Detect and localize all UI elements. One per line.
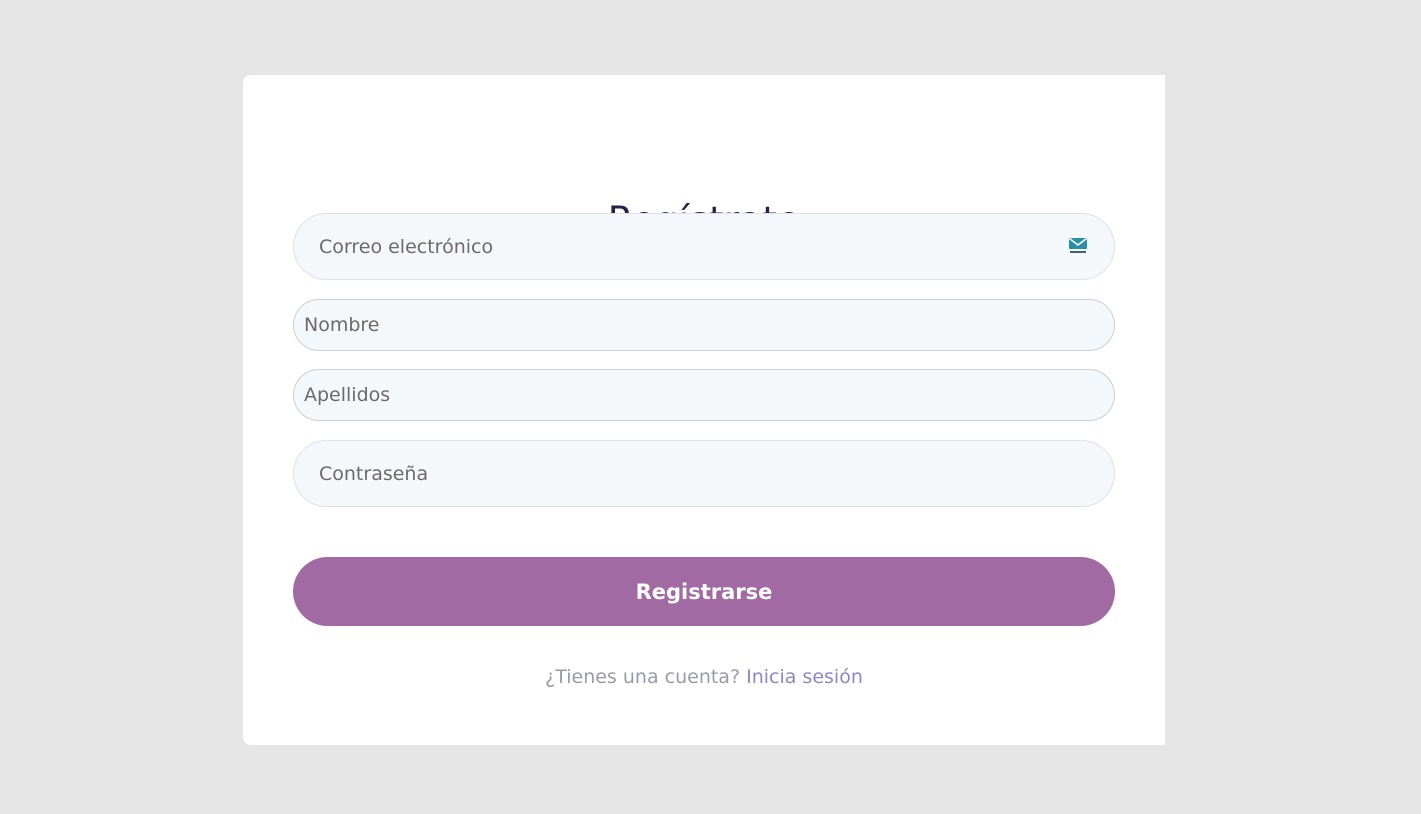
login-prompt: ¿Tienes una cuenta? Inicia sesión (243, 666, 1165, 688)
last-name-field[interactable] (293, 369, 1115, 421)
register-card: Regístrate Registrarse ¿Tienes una cuent… (243, 75, 1165, 745)
mail-icon (1067, 236, 1089, 256)
email-field[interactable] (293, 213, 1115, 280)
login-link[interactable]: Inicia sesión (746, 666, 863, 688)
password-field[interactable] (293, 440, 1115, 507)
register-button[interactable]: Registrarse (293, 557, 1115, 626)
first-name-field[interactable] (293, 299, 1115, 351)
login-prompt-text: ¿Tienes una cuenta? (545, 666, 741, 688)
